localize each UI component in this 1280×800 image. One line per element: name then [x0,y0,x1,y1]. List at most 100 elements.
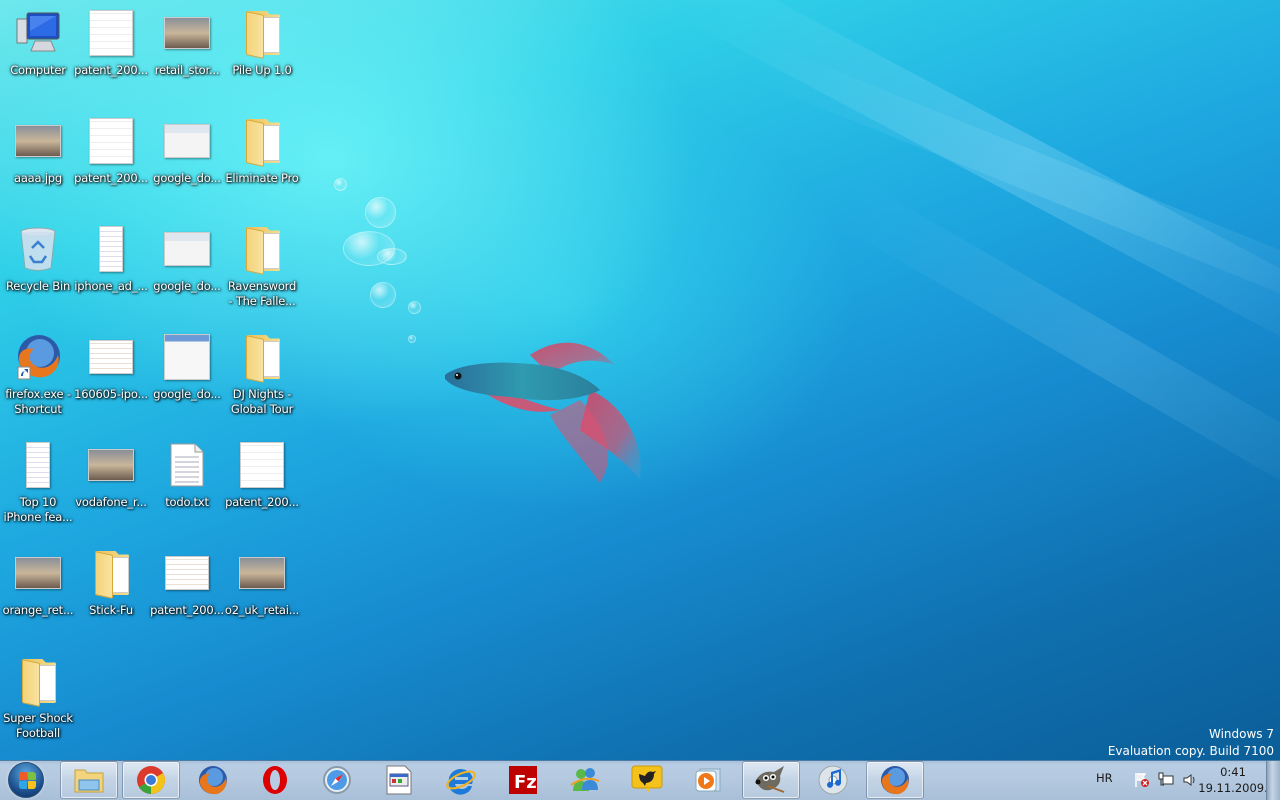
desktop-icon-label: orange_ret... [2,603,74,617]
desktop-icon-image [14,225,62,273]
windows-media-player-icon [694,765,724,795]
volume-icon[interactable] [1182,772,1198,788]
desktop-icon-image [87,441,135,489]
taskbar-button-filezilla[interactable]: Fz [494,761,552,799]
taskbar-button-safari[interactable] [308,761,366,799]
desktop-icon[interactable]: 160605-ipo... [73,329,149,429]
desktop-icon-image [238,117,286,167]
desktop-icon[interactable]: firefox.exe - Shortcut [0,329,76,429]
photo-thumbnail-icon [88,449,134,481]
desktop-icon-image [163,333,211,381]
diagram-thumbnail-icon [89,10,133,56]
bubble [334,178,347,191]
svg-text:Fz: Fz [514,772,537,793]
windows-logo-icon [8,762,44,798]
application-window-icon [386,765,412,795]
desktop-icon-label: Ravensword - The Falle... [227,279,297,308]
desktop-icon[interactable]: Super Shock Football [0,653,76,753]
show-desktop-button[interactable] [1266,761,1280,800]
desktop-icon-label: DJ Nights - Global Tour [230,387,294,416]
desktop-icon-image [163,441,211,489]
desktop-icon[interactable]: patent_200... [224,437,300,537]
desktop-icon[interactable]: patent_200... [73,113,149,213]
desktop-icon[interactable]: Pile Up 1.0 [224,5,300,105]
taskbar-button-windows-explorer[interactable] [60,761,118,799]
taskbar-button-internet-explorer[interactable] [432,761,490,799]
taskbar-button-twitter-client[interactable] [618,761,676,799]
text-file-icon [170,443,204,487]
taskbar-button-firefox[interactable] [184,761,242,799]
diagram-thumbnail-icon [89,118,133,164]
folder-icon [14,657,62,707]
recycle-bin-icon [20,227,56,271]
desktop-icon[interactable]: Stick-Fu [73,545,149,645]
desktop-icon-label: Top 10 iPhone fea... [3,495,73,524]
start-button[interactable] [6,761,46,799]
windows-explorer-icon [73,766,105,794]
photo-thumbnail-icon [164,17,210,49]
taskbar-button-gimp[interactable] [742,761,800,799]
action-center-flag-icon[interactable] [1134,772,1150,788]
folder-icon [238,9,286,59]
desktop-icon-image [14,117,62,165]
network-icon[interactable] [1158,772,1174,788]
taskbar-button-opera[interactable] [246,761,304,799]
desktop-icon[interactable]: google_do... [149,329,225,429]
desktop-icon[interactable]: Recycle Bin [0,221,76,321]
desktop-icon-image [14,657,62,707]
desktop-icon-label: Stick-Fu [89,603,133,617]
filezilla-icon: Fz [508,765,538,795]
itunes-icon [817,764,849,796]
desktop-icon[interactable]: patent_200... [149,545,225,645]
desktop-icon-label: vodafone_r... [75,495,147,509]
desktop-icon-image [87,117,135,165]
photo-thumbnail-icon [15,125,61,157]
folder-icon [87,549,135,599]
taskbar-button-google-chrome[interactable] [122,761,180,799]
internet-explorer-icon [445,765,477,795]
taskbar-button-windows-media-player[interactable] [680,761,738,799]
safari-icon [322,765,352,795]
desktop-icon[interactable]: Computer [0,5,76,105]
clock[interactable]: 0:41 19.11.2009. [1198,764,1268,796]
desktop-icon-label: firefox.exe - Shortcut [5,387,71,416]
desktop-icon[interactable]: aaaa.jpg [0,113,76,213]
taskbar-button-itunes[interactable] [804,761,862,799]
desktop-icon[interactable]: todo.txt [149,437,225,537]
desktop-icon[interactable]: Top 10 iPhone fea... [0,437,76,537]
taskbar-button-windows-live-messenger[interactable] [556,761,614,799]
desktop-icon-image [238,441,286,489]
bubble [370,282,396,308]
desktop-icon[interactable]: Ravensword - The Falle... [224,221,300,321]
desktop-icon-label: todo.txt [165,495,209,509]
desktop-icon-label: iphone_ad_... [74,279,148,293]
table-thumbnail-icon [89,340,133,374]
desktop-icon[interactable]: DJ Nights - Global Tour [224,329,300,429]
desktop[interactable]: Computer patent_200... retail_stor... Pile … [0,0,1280,760]
desktop-icon[interactable]: o2_uk_retai... [224,545,300,645]
desktop-icon[interactable]: retail_stor... [149,5,225,105]
watermark-line-1: Windows 7 [1208,727,1274,741]
desktop-icon-label: Eliminate Pro [225,171,299,185]
desktop-icon-label: o2_uk_retai... [224,603,300,617]
language-indicator[interactable]: HR [1096,771,1113,785]
desktop-icon-image [163,117,211,165]
bubble [408,301,421,314]
bubble [377,248,407,265]
twitter-client-icon [631,764,663,796]
desktop-icon[interactable]: google_do... [149,113,225,213]
desktop-icon[interactable]: iphone_ad_... [73,221,149,321]
betta-fish-illustration [445,342,641,483]
taskbar-button-firefox[interactable] [866,761,924,799]
desktop-icon[interactable]: patent_200... [73,5,149,105]
desktop-icon[interactable]: google_do... [149,221,225,321]
diagram-thumbnail-icon [240,442,284,488]
desktop-icon[interactable]: Eliminate Pro [224,113,300,213]
desktop-icon[interactable]: orange_ret... [0,545,76,645]
desktop-icon[interactable]: vodafone_r... [73,437,149,537]
screenshot-thumbnail-icon [164,124,210,158]
photo-thumbnail-icon [239,557,285,589]
taskbar-button-application-window[interactable] [370,761,428,799]
photo-thumbnail-icon [15,557,61,589]
desktop-icon-image [238,225,286,275]
